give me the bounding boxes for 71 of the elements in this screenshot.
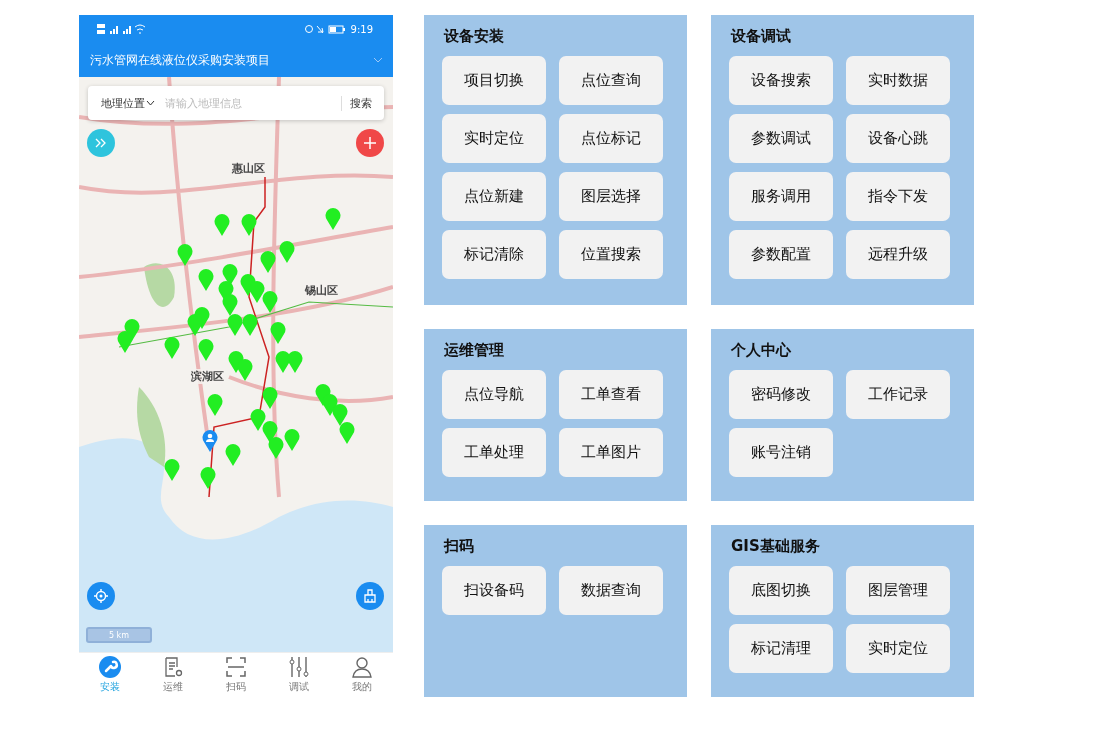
district-label: 锡山区 [305, 283, 338, 298]
plus-icon [364, 137, 376, 149]
map-pin-icon[interactable] [200, 467, 216, 489]
panel-title: 设备安装 [444, 27, 505, 46]
panel-title: 运维管理 [444, 341, 505, 360]
sliders-icon [287, 656, 310, 678]
panel-title: GIS基础服务 [731, 537, 821, 556]
menu-button[interactable]: 点位导航 [442, 370, 546, 419]
menu-button[interactable]: 点位查询 [559, 56, 663, 105]
caret-icon [146, 100, 155, 106]
menu-button[interactable]: 设备搜索 [729, 56, 833, 105]
menu-button[interactable]: 底图切换 [729, 566, 833, 615]
menu-button[interactable]: 标记清理 [729, 624, 833, 673]
status-icons [304, 24, 347, 34]
user-location-icon [202, 430, 218, 452]
map-pin-icon[interactable] [242, 314, 258, 336]
menu-button[interactable]: 设备心跳 [846, 114, 950, 163]
chevron-down-icon[interactable] [373, 57, 383, 63]
menu-button[interactable]: 项目切换 [442, 56, 546, 105]
menu-button[interactable]: 服务调用 [729, 172, 833, 221]
menu-button[interactable]: 点位新建 [442, 172, 546, 221]
menu-button[interactable]: 实时定位 [442, 114, 546, 163]
status-time: 9:19 [350, 23, 373, 35]
menu-button[interactable]: 实时数据 [846, 56, 950, 105]
menu-button[interactable]: 指令下发 [846, 172, 950, 221]
crosshair-icon [94, 589, 108, 603]
tab-bar-item[interactable]: 扫码 [204, 653, 268, 697]
menu-button[interactable]: 实时定位 [846, 624, 950, 673]
signal-icon [97, 23, 147, 35]
panel-title: 个人中心 [731, 341, 792, 360]
project-title: 污水管网在线液位仪采购安装项目 [90, 51, 270, 69]
scan-icon [225, 656, 247, 678]
menu-button[interactable]: 参数配置 [729, 230, 833, 279]
map-pin-icon[interactable] [249, 281, 265, 303]
district-label: 滨湖区 [191, 369, 224, 384]
menu-button[interactable]: 账号注销 [729, 428, 833, 477]
menu-button[interactable]: 位置搜索 [559, 230, 663, 279]
menu-button[interactable]: 工单查看 [559, 370, 663, 419]
menu-button[interactable]: 图层管理 [846, 566, 950, 615]
location-dropdown[interactable]: 地理位置 [101, 95, 155, 111]
menu-button[interactable]: 密码修改 [729, 370, 833, 419]
tab-bar-item[interactable]: 调试 [267, 653, 331, 697]
district-label: 惠山区 [232, 161, 265, 176]
map-pin-icon[interactable] [262, 291, 278, 313]
map-pin-icon[interactable] [262, 387, 278, 409]
search-field[interactable]: 请输入地理信息 [163, 95, 341, 111]
map-pin-icon[interactable] [241, 214, 257, 236]
search-button[interactable]: 搜索 [341, 95, 372, 111]
panel-title: 设备调试 [731, 27, 792, 46]
search-bar[interactable]: 地理位置 请输入地理信息 搜索 [88, 86, 384, 120]
menu-button[interactable]: 点位标记 [559, 114, 663, 163]
tab-bar-item[interactable]: 运维 [141, 653, 205, 697]
menu-button[interactable]: 工单处理 [442, 428, 546, 477]
wrench-icon [99, 656, 122, 678]
menu-button[interactable]: 工作记录 [846, 370, 950, 419]
menu-button[interactable]: 远程升级 [846, 230, 950, 279]
tab-bar-item[interactable]: 我的 [330, 653, 393, 697]
double-chevron-icon [95, 138, 107, 148]
brush-icon [363, 589, 377, 603]
menu-button[interactable]: 扫设备码 [442, 566, 546, 615]
person-icon [350, 656, 373, 678]
menu-button[interactable]: 数据查询 [559, 566, 663, 615]
map-pin-icon[interactable] [187, 314, 203, 336]
park-area [144, 263, 175, 307]
menu-button[interactable]: 参数调试 [729, 114, 833, 163]
menu-button[interactable]: 工单图片 [559, 428, 663, 477]
menu-button[interactable]: 标记清除 [442, 230, 546, 279]
document-icon [162, 656, 185, 678]
panel-title: 扫码 [444, 537, 475, 556]
map-scale: 5 km [86, 627, 152, 643]
menu-button[interactable]: 图层选择 [559, 172, 663, 221]
